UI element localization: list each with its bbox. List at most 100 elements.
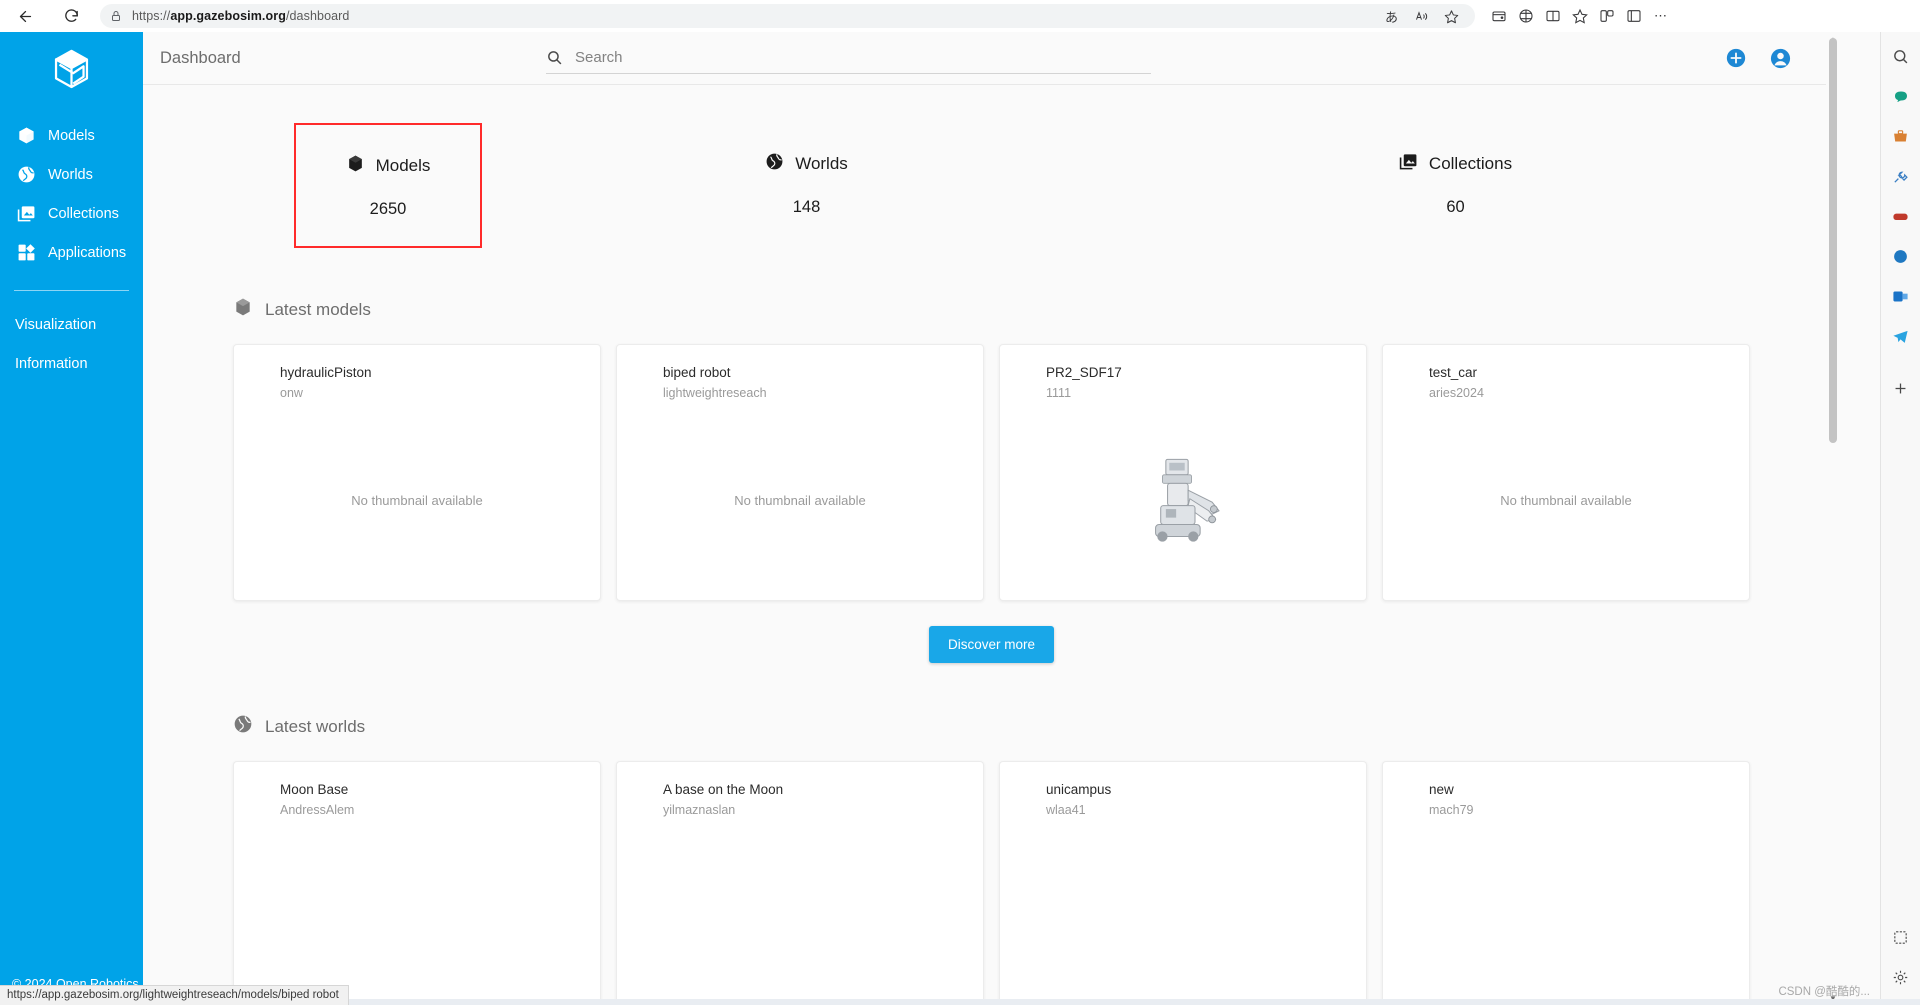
gazebo-logo[interactable] [0, 32, 143, 110]
stat-label: Models [375, 156, 431, 175]
stat-value: 60 [1446, 198, 1465, 216]
model-card[interactable]: PR2_SDF17 1111 [999, 344, 1367, 601]
edge-sidebar-rail [1880, 32, 1920, 1005]
split-screen-icon[interactable] [1539, 3, 1566, 30]
telegram-icon[interactable] [1887, 322, 1915, 350]
world-owner: wlaa41 [1046, 803, 1086, 817]
outlook-icon[interactable] [1887, 282, 1915, 310]
settings-more-icon[interactable] [1620, 3, 1647, 30]
world-thumbnail-placeholder [1383, 817, 1749, 1005]
world-name: unicampus [1046, 782, 1112, 797]
browser-essentials-icon[interactable] [1593, 3, 1620, 30]
add-icon[interactable] [1887, 374, 1915, 402]
model-card[interactable]: test_car aries2024 No thumbnail availabl… [1382, 344, 1750, 601]
clipboard-icon[interactable] [1887, 923, 1915, 951]
world-card[interactable]: new mach79 [1382, 761, 1750, 1005]
section-title: Latest models [265, 299, 371, 319]
stat-value: 148 [792, 198, 821, 216]
model-thumbnail-placeholder: No thumbnail available [351, 492, 483, 508]
cube-icon [346, 154, 365, 178]
globe-icon [233, 714, 253, 739]
page-scrollbar[interactable]: ▲ ▼ [1826, 32, 1840, 1005]
world-thumbnail-placeholder [1000, 817, 1366, 1005]
wallet-icon[interactable] [1485, 3, 1512, 30]
models-card-grid: hydraulicPiston onw No thumbnail availab… [143, 344, 1840, 601]
search-input[interactable] [575, 49, 1151, 66]
globe-icon [765, 152, 784, 176]
pr2-robot-image [1155, 458, 1220, 542]
extension-icon[interactable] [1512, 3, 1539, 30]
translate-icon[interactable]: あ [1378, 3, 1405, 30]
header-actions [1725, 47, 1840, 70]
search-box[interactable] [546, 42, 1151, 74]
more-options-icon[interactable]: ⋯ [1647, 3, 1674, 30]
world-card[interactable]: Moon Base AndressAlem [233, 761, 601, 1005]
dashboard-content: Models 2650 Worlds 148 Collections 60 La… [143, 123, 1840, 1005]
reload-icon[interactable] [56, 1, 86, 31]
world-thumbnail-placeholder [617, 817, 983, 1005]
read-aloud-icon[interactable] [1408, 3, 1435, 30]
world-owner: yilmaznaslan [663, 803, 736, 817]
world-card[interactable]: A base on the Moon yilmaznaslan [616, 761, 984, 1005]
image-stack-icon [1399, 152, 1418, 176]
world-owner: AndressAlem [280, 803, 355, 817]
model-name: test_car [1429, 365, 1478, 380]
back-arrow-icon[interactable] [10, 1, 40, 31]
sidebar-item-worlds[interactable]: Worlds [0, 155, 143, 194]
sidebar-nav: Models Worlds Collections Applications [0, 110, 143, 272]
search-icon[interactable] [1887, 42, 1915, 70]
apps-icon [16, 242, 37, 263]
sidebar-item-applications[interactable]: Applications [0, 233, 143, 272]
model-owner: aries2024 [1429, 386, 1484, 400]
sidebar-item-collections[interactable]: Collections [0, 194, 143, 233]
model-owner: 1111 [1046, 386, 1072, 400]
stat-card-collections[interactable]: Collections 60 [1131, 123, 1780, 248]
cube-icon [233, 297, 253, 322]
account-circle-icon[interactable] [1769, 47, 1792, 70]
plus-circle-icon[interactable] [1725, 47, 1747, 69]
copilot-icon[interactable] [1887, 82, 1915, 110]
worlds-card-grid: Moon Base AndressAlem A base on the Moon… [143, 761, 1840, 1005]
page-viewport: Models Worlds Collections Applications V… [0, 32, 1880, 1005]
model-name: hydraulicPiston [280, 365, 372, 380]
world-name: Moon Base [280, 782, 349, 797]
sidebar-item-visualization[interactable]: Visualization [0, 305, 143, 344]
world-card[interactable]: unicampus wlaa41 [999, 761, 1367, 1005]
sidebar-item-information[interactable]: Information [0, 344, 143, 383]
stat-card-worlds[interactable]: Worlds 148 [482, 123, 1131, 248]
image-stack-icon [16, 203, 37, 224]
page-title: Dashboard [160, 48, 241, 67]
world-name: A base on the Moon [663, 782, 784, 797]
model-card[interactable]: hydraulicPiston onw No thumbnail availab… [233, 344, 601, 601]
sidebar-label: Models [48, 127, 95, 144]
world-thumbnail-placeholder [234, 817, 600, 1005]
stat-label: Collections [1428, 154, 1513, 173]
url-text: https://app.gazebosim.org/dashboard [132, 9, 350, 23]
discover-more-button[interactable]: Discover more [928, 626, 1055, 663]
settings-gear-icon[interactable] [1887, 963, 1915, 991]
model-owner: onw [280, 386, 303, 400]
sidebar-label: Collections [48, 205, 119, 222]
browser-icon[interactable] [1887, 242, 1915, 270]
watermark: CSDN @酷酷的... [1778, 986, 1870, 998]
favorite-star-icon[interactable] [1438, 3, 1465, 30]
sidebar-label: Worlds [48, 166, 93, 183]
section-title: Latest worlds [265, 716, 366, 736]
games-icon[interactable] [1887, 202, 1915, 230]
collections-icon[interactable] [1566, 3, 1593, 30]
stat-card-models[interactable]: Models 2650 [294, 123, 482, 248]
model-card[interactable]: biped robot lightweightreseach No thumbn… [616, 344, 984, 601]
address-bar[interactable]: https://app.gazebosim.org/dashboard あ [100, 4, 1475, 28]
model-name: PR2_SDF17 [1046, 365, 1122, 380]
world-name: new [1429, 782, 1454, 797]
scrollbar-thumb[interactable] [1829, 38, 1837, 443]
sidebar-item-models[interactable]: Models [0, 116, 143, 155]
model-thumbnail-placeholder: No thumbnail available [1500, 492, 1632, 508]
shopping-icon[interactable] [1887, 122, 1915, 150]
discover-more-wrap: Discover more [143, 626, 1840, 663]
main-area: Dashboard Search Models 2650 Worlds 148 … [143, 32, 1840, 1005]
sidebar-divider [14, 290, 129, 291]
model-thumbnail-placeholder: No thumbnail available [734, 492, 866, 508]
tools-icon[interactable] [1887, 162, 1915, 190]
world-owner: mach79 [1429, 803, 1474, 817]
